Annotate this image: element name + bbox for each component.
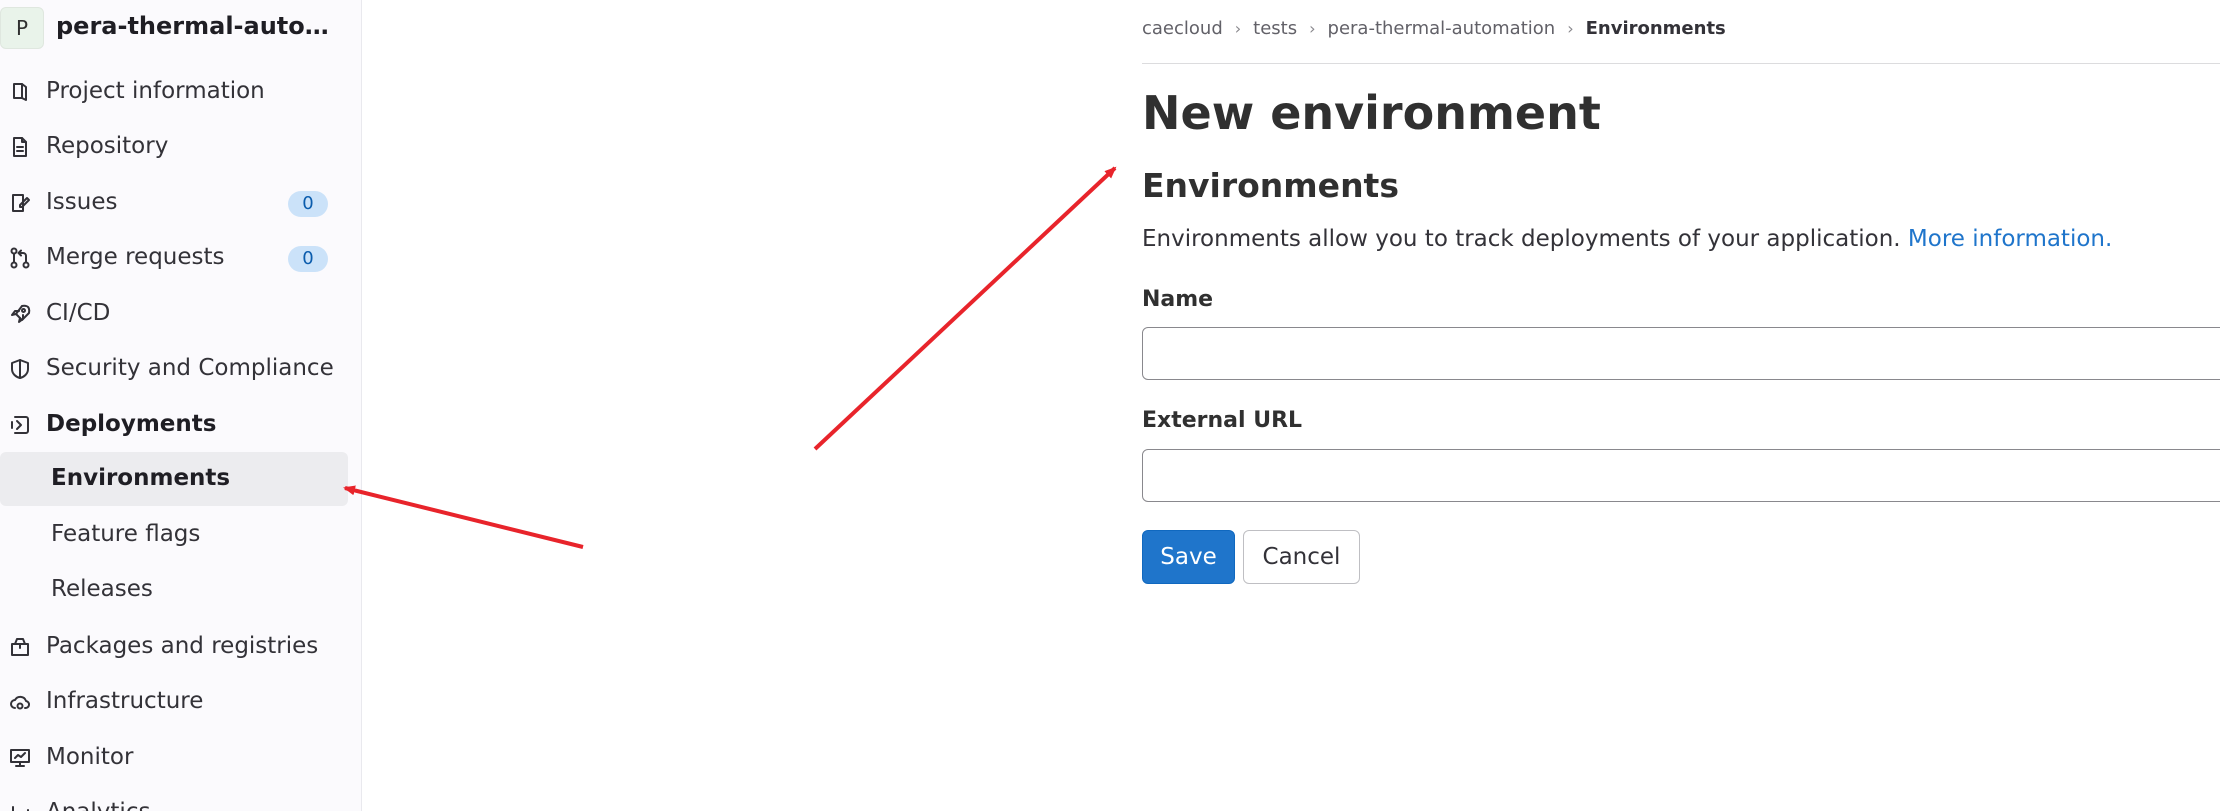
sidebar-item-ci-cd[interactable]: CI/CD	[0, 288, 348, 338]
name-input[interactable]	[1142, 327, 2220, 380]
sidebar-item-issues[interactable]: Issues 0	[0, 177, 348, 227]
more-information-link[interactable]: More information.	[1908, 226, 2112, 252]
app-window: P pera-thermal-automati... Project infor…	[0, 0, 2220, 811]
sidebar-subitem-releases[interactable]: Releases	[0, 563, 348, 617]
arrow-to-page-title	[813, 166, 1117, 451]
sidebar-item-label: CI/CD	[46, 300, 111, 326]
chevron-right-icon: ›	[1309, 18, 1316, 38]
external-url-field-label: External URL	[1142, 408, 1303, 433]
name-field-label: Name	[1142, 287, 1214, 312]
project-info-icon	[8, 80, 32, 104]
sidebar-subitem-feature-flags[interactable]: Feature flags	[0, 508, 348, 562]
sidebar-item-repository[interactable]: Repository	[0, 121, 348, 171]
breadcrumb-item-project[interactable]: pera-thermal-automation	[1328, 18, 1556, 39]
sidebar-item-label: Project information	[46, 78, 265, 104]
project-name[interactable]: pera-thermal-automati...	[56, 12, 346, 40]
deployments-icon	[8, 413, 32, 437]
sidebar-item-project-information[interactable]: Project information	[0, 66, 348, 116]
project-avatar[interactable]: P	[0, 7, 44, 49]
sidebar-item-label: Repository	[46, 133, 169, 159]
header-divider	[1142, 63, 2220, 64]
sidebar-item-label: Analytics	[46, 799, 150, 811]
breadcrumb-item-tests[interactable]: tests	[1253, 18, 1297, 39]
package-icon	[8, 635, 32, 659]
sidebar-item-infrastructure[interactable]: Infrastructure	[0, 676, 348, 726]
sidebar-subitem-label: Releases	[51, 576, 153, 602]
merge-request-icon	[8, 246, 32, 270]
document-icon	[8, 135, 32, 159]
sidebar-item-security-compliance[interactable]: Security and Compliance	[0, 343, 348, 393]
arrow-to-environments-nav	[343, 485, 584, 549]
sidebar-item-packages-registries[interactable]: Packages and registries	[0, 621, 348, 671]
cloud-gear-icon	[8, 690, 32, 714]
sidebar-item-merge-requests[interactable]: Merge requests 0	[0, 232, 348, 282]
description-text: Environments allow you to track deployme…	[1142, 226, 1901, 252]
sidebar-item-deployments[interactable]: Deployments	[0, 399, 348, 449]
sidebar-subitem-label: Feature flags	[51, 521, 201, 547]
external-url-input[interactable]	[1142, 449, 2220, 502]
sidebar-item-label: Issues	[46, 189, 118, 215]
chart-icon	[8, 801, 32, 811]
breadcrumb: caecloud › tests › pera-thermal-automati…	[1142, 16, 1726, 40]
shield-icon	[8, 357, 32, 381]
sidebar-item-label: Deployments	[46, 411, 217, 437]
sidebar-item-label: Packages and registries	[46, 633, 319, 659]
page-title: New environment	[1142, 86, 1601, 140]
save-button[interactable]: Save	[1142, 530, 1235, 584]
breadcrumb-item-caecloud[interactable]: caecloud	[1142, 18, 1223, 39]
sidebar: P pera-thermal-automati... Project infor…	[0, 0, 362, 811]
chevron-right-icon: ›	[1567, 18, 1574, 38]
sidebar-item-label: Monitor	[46, 744, 134, 770]
sidebar-item-analytics[interactable]: Analytics	[0, 787, 348, 811]
breadcrumb-item-environments[interactable]: Environments	[1586, 18, 1726, 39]
sidebar-subitem-environments[interactable]: Environments	[0, 452, 348, 506]
sidebar-item-label: Merge requests	[46, 244, 225, 270]
cancel-button[interactable]: Cancel	[1243, 530, 1360, 584]
issues-icon	[8, 191, 32, 215]
monitor-icon	[8, 746, 32, 770]
issues-count-badge: 0	[288, 191, 328, 217]
section-title: Environments	[1142, 166, 1399, 205]
project-header[interactable]: P pera-thermal-automati...	[0, 0, 361, 52]
sidebar-subitem-label: Environments	[51, 465, 231, 491]
merge-requests-count-badge: 0	[288, 246, 328, 272]
sidebar-item-label: Security and Compliance	[46, 355, 334, 381]
chevron-right-icon: ›	[1234, 18, 1242, 38]
section-description: Environments allow you to track deployme…	[1142, 226, 2112, 252]
rocket-icon	[8, 302, 32, 326]
sidebar-item-label: Infrastructure	[46, 688, 204, 714]
sidebar-item-monitor[interactable]: Monitor	[0, 732, 348, 782]
